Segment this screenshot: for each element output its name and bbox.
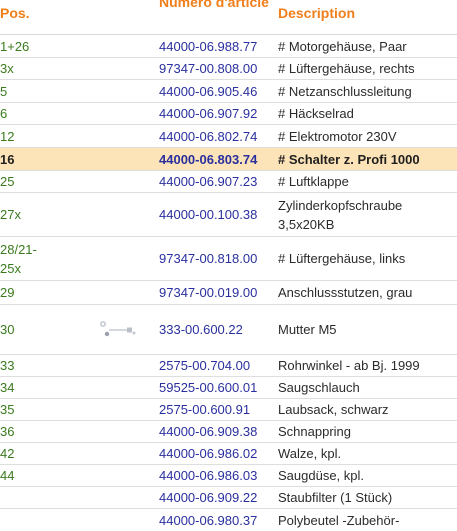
- row-article-number[interactable]: 44000-06.802.74: [159, 125, 274, 147]
- row-description: Polybeutel -Zubehör-: [278, 512, 400, 528]
- table-row[interactable]: 25 44000-06.907.23 # Luftklappe: [0, 171, 457, 193]
- table-row[interactable]: 44000-06.909.22 Staubfilter (1 Stück): [0, 487, 457, 509]
- row-article-number[interactable]: 333-00.600.22: [159, 305, 274, 354]
- row-article-number[interactable]: 44000-06.907.23: [159, 171, 274, 192]
- row-pos: 34: [0, 380, 15, 395]
- row-pos: 3x: [0, 61, 14, 76]
- table-row[interactable]: 29 97347-00.019.00 Anschlussstutzen, gra…: [0, 281, 457, 305]
- row-article-number[interactable]: 44000-06.986.02: [159, 443, 274, 464]
- table-row[interactable]: 44 44000-06.986.03 Saugdüse, kpl.: [0, 465, 457, 487]
- part-thumbnail[interactable]: [84, 305, 154, 354]
- row-article-number[interactable]: 97347-00.818.00: [159, 237, 274, 280]
- row-article-number[interactable]: 97347-00.019.00: [159, 281, 274, 304]
- row-pos: 28/21-25x: [0, 241, 37, 276]
- row-description: Anschlussstutzen, grau: [278, 285, 413, 300]
- row-pos: 44: [0, 468, 15, 483]
- table-row[interactable]: 44000-06.980.37 Polybeutel -Zubehör-: [0, 509, 457, 531]
- row-description: Schnappring: [278, 424, 351, 439]
- row-article-number[interactable]: 97347-00.808.00: [159, 58, 274, 79]
- row-pos: [0, 509, 60, 531]
- header-pos: Pos.: [0, 5, 30, 21]
- row-description: Zylinderkopfschraube 3,5x20KB: [278, 197, 403, 232]
- row-description: Saugschlauch: [278, 380, 360, 395]
- row-article-number[interactable]: 44000-06.909.38: [159, 421, 274, 442]
- row-article-number[interactable]: 44000-06.988.77: [159, 35, 274, 57]
- table-row[interactable]: 33 2575-00.704.00 Rohrwinkel - ab Bj. 19…: [0, 355, 457, 377]
- row-description: # Schalter z. Profi 1000: [278, 151, 420, 167]
- row-article-number[interactable]: 44000-06.909.22: [159, 487, 274, 508]
- nut-screw-thumbnail-icon: [100, 320, 136, 336]
- row-pos: 27x: [0, 207, 21, 222]
- table-row[interactable]: 30 333-00.600.22 Mutter M5: [0, 305, 457, 355]
- table-row[interactable]: 28/21-25x 97347-00.818.00 # Lüftergehäus…: [0, 237, 457, 281]
- row-description: # Elektromotor 230V: [278, 128, 397, 144]
- row-pos: 30: [0, 322, 15, 337]
- table-row[interactable]: 3x 97347-00.808.00 # Lüftergehäuse, rech…: [0, 58, 457, 80]
- row-description: # Lüftergehäuse, rechts: [278, 61, 415, 76]
- row-pos: 42: [0, 446, 15, 461]
- header-description: Description: [278, 5, 356, 21]
- row-description: Staubfilter (1 Stück): [278, 490, 393, 505]
- row-pos: 1+26: [0, 38, 30, 54]
- row-description: Rohrwinkel - ab Bj. 1999: [278, 358, 420, 373]
- row-article-number[interactable]: 2575-00.704.00: [159, 355, 274, 376]
- row-pos: 33: [0, 358, 15, 373]
- table-row[interactable]: 34 59525-00.600.01 Saugschlauch: [0, 377, 457, 399]
- row-pos: 12: [0, 128, 15, 144]
- row-pos: 16: [0, 151, 15, 167]
- row-description: Mutter M5: [278, 322, 337, 337]
- parts-table: Pos. Numéro d'article Description 1+26 4…: [0, 0, 457, 531]
- row-description: Laubsack, schwarz: [278, 402, 389, 417]
- row-description: # Netzanschlussleitung: [278, 83, 412, 99]
- row-article-number[interactable]: 59525-00.600.01: [159, 377, 274, 398]
- table-row[interactable]: 1+26 44000-06.988.77 # Motorgehäuse, Paa…: [0, 35, 457, 58]
- table-row[interactable]: 12 44000-06.802.74 # Elektromotor 230V: [0, 125, 457, 148]
- row-pos: 29: [0, 285, 15, 300]
- row-pos: [0, 487, 60, 508]
- table-header: Pos. Numéro d'article Description: [0, 0, 457, 35]
- table-row[interactable]: 42 44000-06.986.02 Walze, kpl.: [0, 443, 457, 465]
- row-article-number[interactable]: 44000-06.803.74: [159, 148, 274, 170]
- table-row-highlighted[interactable]: 16 44000-06.803.74 # Schalter z. Profi 1…: [0, 148, 457, 171]
- table-row[interactable]: 36 44000-06.909.38 Schnappring: [0, 421, 457, 443]
- table-row[interactable]: 6 44000-06.907.92 # Häckselrad: [0, 103, 457, 125]
- row-description: Walze, kpl.: [278, 446, 342, 461]
- table-row[interactable]: 5 44000-06.905.46 # Netzanschlussleitung: [0, 80, 457, 103]
- row-description: Saugdüse, kpl.: [278, 468, 365, 483]
- row-article-number[interactable]: 44000-06.980.37: [159, 509, 274, 531]
- row-pos: 6: [0, 106, 8, 121]
- row-pos: 36: [0, 424, 15, 439]
- row-pos: 25: [0, 174, 15, 189]
- row-description: # Häckselrad: [278, 106, 354, 121]
- row-description: # Lüftergehäuse, links: [278, 251, 406, 266]
- row-description: # Luftklappe: [278, 174, 349, 189]
- row-article-number[interactable]: 44000-06.907.92: [159, 103, 274, 124]
- row-pos: 5: [0, 83, 8, 99]
- row-pos: 35: [0, 402, 15, 417]
- table-row[interactable]: 27x 44000-00.100.38 Zylinderkopfschraube…: [0, 193, 457, 237]
- header-article-number: Numéro d'article: [159, 0, 269, 10]
- row-article-number[interactable]: 44000-00.100.38: [159, 193, 274, 236]
- row-article-number[interactable]: 44000-06.905.46: [159, 80, 274, 102]
- row-description: # Motorgehäuse, Paar: [278, 38, 407, 54]
- row-article-number[interactable]: 2575-00.600.91: [159, 399, 274, 420]
- table-row[interactable]: 35 2575-00.600.91 Laubsack, schwarz: [0, 399, 457, 421]
- row-article-number[interactable]: 44000-06.986.03: [159, 465, 274, 486]
